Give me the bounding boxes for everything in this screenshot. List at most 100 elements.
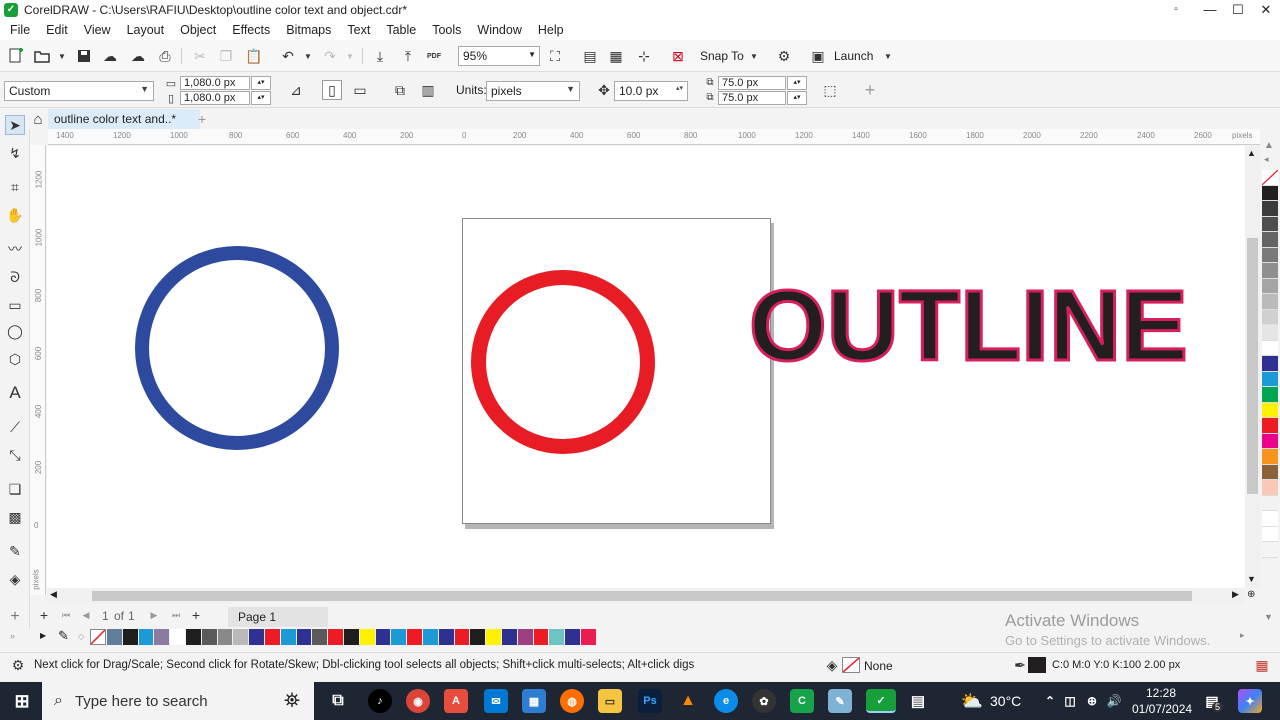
page-preset-select[interactable]: Custom ▼ <box>4 81 154 101</box>
coreldraw-taskbar-icon[interactable]: ✓ <box>866 689 896 713</box>
page-size-lock-icon[interactable]: ⊿ <box>286 80 306 100</box>
no-color-swatch[interactable] <box>90 629 106 645</box>
davinci-icon[interactable]: ✿ <box>752 689 776 713</box>
palette-scroll-down-icon[interactable]: ▼ <box>1264 612 1273 622</box>
height-spinner[interactable]: ▴▾ <box>251 91 271 105</box>
firefox-icon[interactable]: ◍ <box>560 689 584 713</box>
redo-dropdown-icon[interactable]: ▼ <box>340 46 360 66</box>
document-palette-swatch[interactable] <box>454 629 471 645</box>
artistic-media-icon[interactable]: ᘐ <box>5 267 25 287</box>
palette-swatch[interactable] <box>1262 201 1278 217</box>
dynamic-guides-icon[interactable]: ⊠ <box>668 46 688 66</box>
launch-dropdown-icon[interactable]: ▼ <box>878 46 898 66</box>
document-palette-swatch[interactable] <box>486 629 502 645</box>
task-view-icon[interactable]: ⧉ <box>326 689 350 713</box>
show-grid-icon[interactable]: ▦ <box>606 46 626 66</box>
launch-app-icon[interactable]: ▣ <box>808 46 828 66</box>
first-page-icon[interactable]: ⏮ <box>56 605 76 625</box>
restore-small-icon[interactable]: ▫ <box>1156 0 1196 20</box>
palette-swatch[interactable] <box>1262 340 1278 356</box>
palette-swatch[interactable] <box>1262 433 1278 449</box>
paste-icon[interactable]: 📋 <box>244 46 264 66</box>
video-editor-icon[interactable]: ▤ <box>906 689 930 713</box>
document-palette-swatch[interactable] <box>312 629 329 645</box>
palette-swatch[interactable] <box>1262 356 1278 372</box>
outline-pen-icon[interactable]: ✒ <box>1010 655 1030 675</box>
document-palette-swatch[interactable] <box>264 629 281 645</box>
snap-to-button[interactable]: Snap To <box>700 49 744 63</box>
cut-icon[interactable]: ✂ <box>190 46 210 66</box>
palette-swatch[interactable] <box>1262 418 1278 434</box>
document-palette-swatch[interactable] <box>280 629 297 645</box>
edge-icon[interactable]: e <box>714 689 738 713</box>
notepad-icon[interactable]: ✎ <box>828 689 852 713</box>
store-icon[interactable]: ▦ <box>522 689 546 713</box>
add-page-after-icon[interactable]: + <box>186 605 206 625</box>
document-palette-swatch[interactable] <box>201 629 218 645</box>
palette-swatch[interactable] <box>1262 480 1278 496</box>
palette-swatch[interactable] <box>1262 216 1278 232</box>
document-palette-swatch[interactable] <box>170 629 186 645</box>
connector-tool-icon[interactable]: ⤡ <box>5 445 25 465</box>
horizontal-ruler[interactable]: 1400 1200 1000 800 600 400 200 0 200 400… <box>48 129 1260 145</box>
rectangle-tool-icon[interactable]: ▭ <box>5 295 25 315</box>
document-palette-swatch[interactable] <box>122 629 139 645</box>
color-proofing-icon[interactable]: ▦ <box>1252 655 1272 675</box>
palette-swatch[interactable] <box>1262 247 1278 263</box>
publish-pdf-icon[interactable]: PDF <box>424 46 444 66</box>
page-height-input[interactable]: 1,080.0 px <box>180 91 250 105</box>
snap-to-dropdown-icon[interactable]: ▼ <box>744 46 764 66</box>
print-icon[interactable]: ⎙ <box>155 46 175 66</box>
palette-swatch[interactable] <box>1262 511 1278 527</box>
cloud-share-icon[interactable]: ☁ <box>128 46 148 66</box>
transparency-tool-icon[interactable]: ▩ <box>5 507 25 527</box>
export-icon[interactable]: ⤒ <box>398 46 418 66</box>
palette-swatch[interactable] <box>1262 371 1278 387</box>
all-pages-icon[interactable]: ⧉ <box>390 80 410 100</box>
palette-swatch[interactable] <box>1261 169 1279 186</box>
document-palette-swatch[interactable] <box>217 629 234 645</box>
menu-file[interactable]: File <box>6 23 42 37</box>
vertical-ruler[interactable]: 1200 1000 800 600 400 200 0 pixels <box>30 145 46 595</box>
document-palette-swatch[interactable] <box>470 629 487 645</box>
document-palette-swatch[interactable] <box>580 629 597 645</box>
menu-bitmaps[interactable]: Bitmaps <box>282 23 343 37</box>
pick-tool-icon[interactable]: ➤ <box>5 115 25 135</box>
shape-tool-icon[interactable]: ↯ <box>5 143 25 163</box>
document-palette-swatch[interactable] <box>549 629 566 645</box>
palette-swatch[interactable] <box>1262 325 1278 341</box>
document-palette-swatch[interactable] <box>328 629 344 645</box>
menu-table[interactable]: Table <box>382 23 428 37</box>
menu-text[interactable]: Text <box>343 23 382 37</box>
menu-layout[interactable]: Layout <box>123 23 177 37</box>
document-palette-swatch[interactable] <box>296 629 313 645</box>
page-tab[interactable]: Page 1 <box>228 607 328 627</box>
dup-y-spinner[interactable]: ▴▾ <box>787 91 807 105</box>
document-tab[interactable]: outline color text and..* <box>48 109 200 129</box>
document-palette-swatch[interactable] <box>438 629 455 645</box>
outline-color-swatch[interactable] <box>1028 657 1046 673</box>
duplicate-x-input[interactable]: 75.0 px <box>718 76 786 90</box>
document-palette-swatch[interactable] <box>107 629 123 645</box>
menu-tools[interactable]: Tools <box>428 23 473 37</box>
scroll-left-icon[interactable]: ◀ <box>50 589 57 600</box>
document-palette-swatch[interactable] <box>154 629 171 645</box>
document-palette-swatch[interactable] <box>565 629 581 645</box>
palette-options-icon[interactable]: ◂ <box>1264 154 1269 165</box>
volume-icon[interactable]: 🔊 <box>1102 689 1126 713</box>
zoom-scroll-icon[interactable]: ⊕ <box>1247 589 1255 600</box>
full-screen-preview-icon[interactable]: ⛶ <box>545 46 565 66</box>
blue-circle-object[interactable] <box>135 246 339 450</box>
new-document-icon[interactable] <box>6 46 26 66</box>
copy-icon[interactable]: ❐ <box>216 46 236 66</box>
parallel-dimension-icon[interactable]: ⟋ <box>5 417 25 437</box>
dup-x-spinner[interactable]: ▴▾ <box>787 76 807 90</box>
interactive-fill-icon[interactable]: ◈ <box>5 569 25 589</box>
palette-swatch[interactable] <box>1262 278 1278 294</box>
taskbar-search-box[interactable]: ⌕ Type here to search ⛯ <box>42 682 314 720</box>
minimize-button[interactable]: — <box>1196 0 1224 20</box>
menu-help[interactable]: Help <box>534 23 576 37</box>
document-palette-swatch[interactable] <box>375 629 392 645</box>
welcome-home-icon[interactable]: ⌂ <box>28 109 48 129</box>
horizontal-scroll-thumb[interactable] <box>92 591 1192 601</box>
